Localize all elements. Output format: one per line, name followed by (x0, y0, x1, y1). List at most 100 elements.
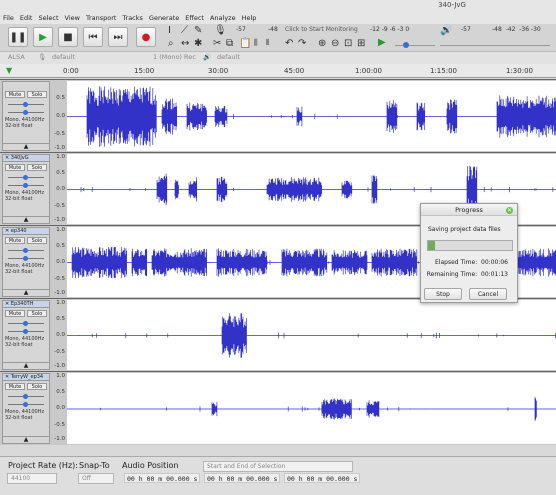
pan-slider[interactable] (5, 181, 47, 189)
waveform[interactable] (67, 81, 556, 151)
mute-button[interactable]: Mute (5, 237, 25, 244)
menu-generate[interactable]: Generate (149, 14, 179, 22)
track-name[interactable]: ✕ Ep340TH (3, 301, 49, 308)
elapsed-time: 00:00:06 (481, 259, 508, 266)
scale-label: -1.0 (54, 290, 65, 296)
solo-button[interactable]: Solo (27, 91, 47, 98)
menu-tracks[interactable]: Tracks (123, 14, 143, 22)
zoom-in-icon[interactable]: ⊕ (318, 38, 326, 49)
timeshift-tool-icon[interactable]: ↔ (181, 38, 189, 49)
undo-icon[interactable]: ↶ (285, 38, 293, 49)
selection-end-time[interactable]: 00 h 00 m 00.000 s (284, 473, 361, 483)
pan-slider[interactable] (5, 400, 47, 408)
play-button[interactable]: ▶ (33, 27, 53, 47)
fit-project-icon[interactable]: ⊞ (357, 38, 365, 49)
mute-button[interactable]: Mute (5, 164, 25, 171)
copy-icon[interactable]: ⧉ (226, 38, 233, 49)
playback-device-select[interactable]: default (217, 53, 240, 61)
play-speed-knob[interactable] (403, 42, 409, 48)
audio-host-select[interactable]: ALSA (8, 53, 25, 61)
channels-select[interactable]: 1 (Mono) Rec (153, 53, 196, 61)
waveform[interactable] (67, 373, 556, 444)
scale-label: 1.0 (56, 227, 65, 233)
skip-end-button[interactable]: ⏭ (108, 27, 128, 47)
solo-button[interactable]: Solo (27, 310, 47, 317)
mute-button[interactable]: Mute (5, 383, 25, 390)
playback-volume-slider[interactable] (440, 45, 550, 46)
menu-analyze[interactable]: Analyze (210, 14, 236, 22)
menu-effect[interactable]: Effect (185, 14, 204, 22)
project-rate-select[interactable]: 44100 (7, 473, 57, 484)
timeline-ruler[interactable]: ▼ 0:00 15:00 30:00 45:00 1:00:00 1:15:00… (0, 64, 556, 78)
snap-to-value: Off (82, 475, 91, 482)
draw-tool-icon[interactable]: ✎ (194, 25, 202, 36)
scale-label: -1.0 (54, 363, 65, 369)
amplitude-scale: 1.0 0.5 0.0 -0.5 -1.0 (52, 226, 66, 298)
selection-mode-select[interactable]: Start and End of Selection (203, 461, 353, 472)
collapse-button[interactable]: ▲ (3, 143, 49, 150)
gain-slider[interactable] (5, 246, 47, 254)
mute-button[interactable]: Mute (5, 91, 25, 98)
fit-selection-icon[interactable]: ⊡ (344, 38, 352, 49)
collapse-button[interactable]: ▲ (3, 436, 49, 443)
gain-slider[interactable] (5, 392, 47, 400)
monitor-hint[interactable]: Click to Start Monitoring (285, 26, 358, 33)
multi-tool-icon[interactable]: ✱ (194, 38, 202, 49)
close-icon[interactable]: ✕ (506, 207, 513, 214)
track-name[interactable]: ✕ TerryW_ep34 (3, 374, 49, 381)
scale-label: -0.5 (54, 276, 65, 282)
gain-slider[interactable] (5, 319, 47, 327)
pin-icon[interactable]: ▼ (6, 66, 12, 75)
scale-label: 0.0 (56, 405, 65, 411)
playback-meter-icon[interactable]: 🔊 (440, 25, 452, 36)
menu-view[interactable]: View (65, 14, 80, 22)
track-info: Mono, 44100Hz 32-bit float (5, 263, 45, 275)
pan-slider[interactable] (5, 254, 47, 262)
solo-button[interactable]: Solo (27, 164, 47, 171)
progress-dialog: Progress ✕ Saving project data files Ela… (420, 203, 518, 303)
menu-select[interactable]: Select (38, 14, 58, 22)
menu-edit[interactable]: Edit (20, 14, 33, 22)
trim-icon[interactable]: ⫼ (254, 38, 258, 48)
waveform[interactable] (67, 300, 556, 370)
menu-help[interactable]: Help (242, 14, 257, 22)
pan-slider[interactable] (5, 327, 47, 335)
paste-icon[interactable]: 📋 (239, 38, 251, 49)
selection-start-time[interactable]: 00 h 00 m 00.000 s (204, 473, 281, 483)
pause-button[interactable]: ❚❚ (8, 27, 28, 47)
pan-slider[interactable] (5, 108, 47, 116)
stop-button[interactable]: ■ (58, 27, 78, 47)
play-speed-slider[interactable] (395, 45, 435, 46)
audio-position-label: Audio Position (122, 461, 179, 470)
track-name[interactable]: ✕ 340JvG (3, 155, 49, 162)
skip-start-button[interactable]: ⏮ (83, 27, 103, 47)
collapse-button[interactable]: ▲ (3, 216, 49, 223)
track-name[interactable]: ✕ ep340 (3, 228, 49, 235)
record-button[interactable]: ● (136, 27, 156, 47)
recording-device-select[interactable]: default (52, 53, 75, 61)
gain-slider[interactable] (5, 100, 47, 108)
play-at-speed-icon[interactable]: ▶ (378, 37, 386, 48)
collapse-button[interactable]: ▲ (3, 362, 49, 369)
redo-icon[interactable]: ↷ (298, 38, 306, 49)
solo-button[interactable]: Solo (27, 383, 47, 390)
record-meter-icon[interactable]: 🎙 (214, 25, 227, 36)
cancel-button[interactable]: Cancel (469, 288, 507, 300)
skip-end-icon: ⏭ (113, 31, 123, 43)
selection-toolbar: Project Rate (Hz): 44100 Snap-To Off Aud… (0, 456, 556, 495)
audio-position-time[interactable]: 00 h 00 m 00.000 s (124, 473, 201, 483)
snap-to-select[interactable]: Off (78, 473, 114, 484)
stop-button[interactable]: Stop (424, 288, 462, 300)
gain-slider[interactable] (5, 173, 47, 181)
collapse-button[interactable]: ▲ (3, 289, 49, 296)
solo-button[interactable]: Solo (27, 237, 47, 244)
cut-icon[interactable]: ✂ (213, 38, 221, 49)
selection-tool-icon[interactable]: I (168, 25, 171, 36)
silence-icon[interactable]: ⫴ (266, 38, 269, 48)
menu-transport[interactable]: Transport (86, 14, 117, 22)
mute-button[interactable]: Mute (5, 310, 25, 317)
zoom-tool-icon[interactable]: ⌕ (168, 38, 174, 49)
envelope-tool-icon[interactable]: ⟋ (181, 25, 188, 36)
zoom-out-icon[interactable]: ⊖ (331, 38, 339, 49)
menu-file[interactable]: File (3, 14, 14, 22)
